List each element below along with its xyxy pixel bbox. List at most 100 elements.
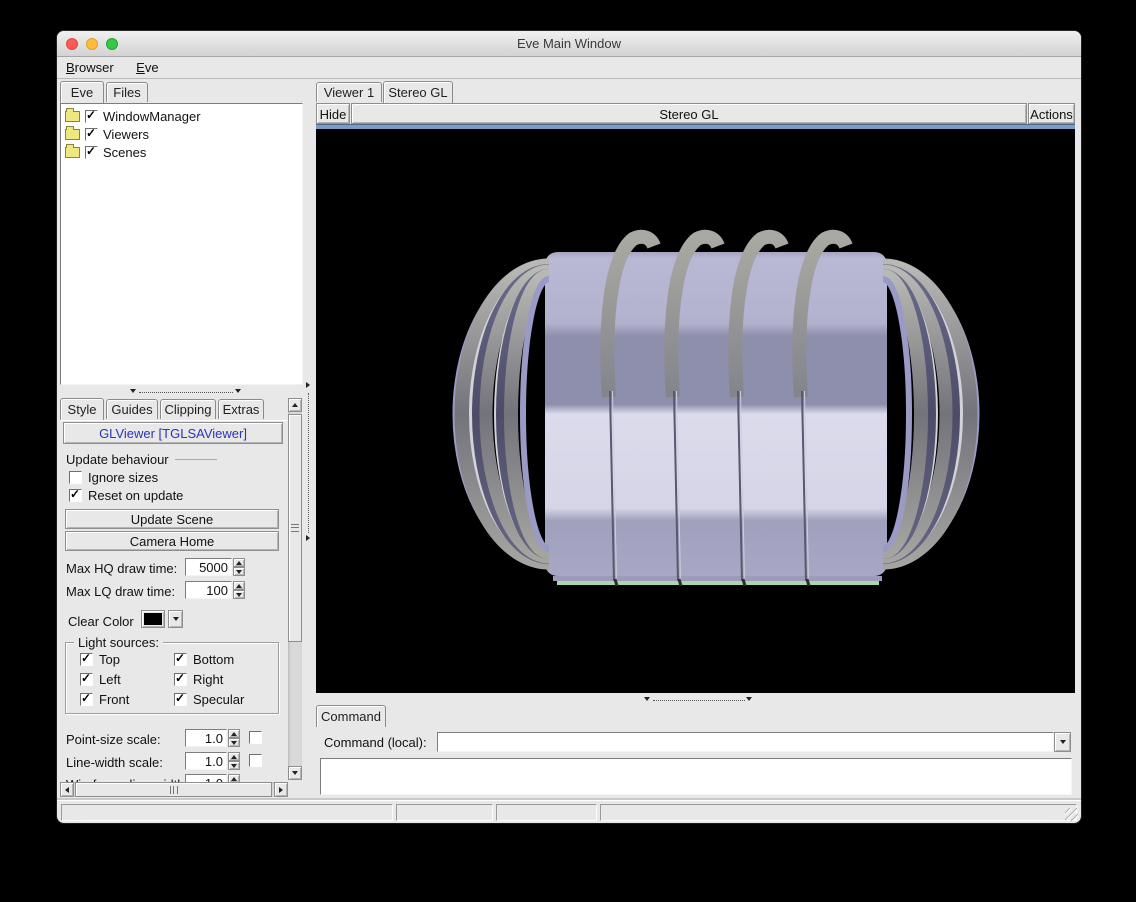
light-top-row: Top	[80, 652, 120, 667]
line-width-checkbox[interactable]	[249, 754, 262, 767]
max-hq-label: Max HQ draw time:	[66, 561, 177, 576]
tree-checkbox[interactable]	[85, 146, 98, 159]
splitter-arrow-icon	[746, 697, 752, 701]
tab-eve[interactable]: Eve	[60, 81, 104, 103]
light-right-row: Right	[174, 672, 223, 687]
scroll-right-icon[interactable]	[274, 782, 288, 797]
camera-home-button[interactable]: Camera Home	[65, 531, 279, 551]
command-local-label: Command (local):	[324, 735, 427, 750]
clear-color-swatch[interactable]	[141, 610, 165, 628]
tree-checkbox[interactable]	[85, 128, 98, 141]
status-cell	[396, 804, 493, 821]
detector-barrel-3d	[316, 129, 1075, 693]
scrollbar-thumb[interactable]	[288, 414, 302, 642]
spin-up-icon[interactable]	[233, 581, 245, 590]
panel-splitter[interactable]	[303, 78, 313, 800]
tab-files[interactable]: Files	[106, 82, 148, 102]
scrollbar-thumb[interactable]	[75, 782, 272, 797]
splitter-arrow-icon	[130, 389, 136, 393]
light-specular-checkbox[interactable]	[174, 693, 187, 706]
splitter-arrow-icon	[306, 382, 310, 388]
spin-down-icon[interactable]	[228, 738, 240, 747]
spin-up-icon[interactable]	[228, 729, 240, 738]
horizontal-splitter[interactable]	[60, 387, 303, 396]
clear-color-dropdown[interactable]	[168, 610, 183, 628]
light-specular-row: Specular	[174, 692, 244, 707]
clear-color-label: Clear Color	[68, 614, 134, 629]
tab-command[interactable]: Command	[316, 705, 386, 727]
reset-on-update-checkbox[interactable]	[69, 489, 82, 502]
point-size-label: Point-size scale:	[66, 732, 161, 747]
splitter-arrow-icon	[306, 535, 310, 541]
tab-extras[interactable]: Extras	[218, 399, 264, 419]
max-hq-spinbox[interactable]: 5000	[185, 558, 245, 576]
splitter-arrow-icon	[644, 697, 650, 701]
resize-grip[interactable]	[1065, 808, 1078, 821]
max-lq-value[interactable]: 100	[185, 581, 232, 599]
actions-button[interactable]: Actions	[1028, 103, 1075, 124]
scroll-up-icon[interactable]	[288, 398, 302, 412]
light-front-checkbox[interactable]	[80, 693, 93, 706]
tab-clipping[interactable]: Clipping	[160, 399, 216, 419]
command-combobox[interactable]	[437, 732, 1071, 752]
hide-button[interactable]: Hide	[316, 103, 350, 124]
tree-item[interactable]: Viewers	[65, 126, 149, 142]
scroll-down-icon[interactable]	[288, 766, 302, 780]
light-left-row: Left	[80, 672, 121, 687]
left-panel: Eve Files WindowManager Viewers	[57, 78, 313, 800]
gl-viewport[interactable]	[316, 129, 1075, 693]
spin-down-icon[interactable]	[233, 567, 245, 576]
viewer-titlebar[interactable]: Stereo GL	[351, 103, 1027, 124]
tab-stereo-gl[interactable]: Stereo GL	[383, 81, 453, 103]
browser-tabstrip: Eve Files	[57, 81, 303, 103]
light-top-checkbox[interactable]	[80, 653, 93, 666]
tab-viewer-1[interactable]: Viewer 1	[316, 82, 382, 102]
style-vertical-scrollbar[interactable]	[288, 398, 302, 780]
viewer-tabstrip: Viewer 1 Stereo GL	[313, 81, 1081, 103]
spin-up-icon[interactable]	[233, 558, 245, 567]
spin-down-icon[interactable]	[233, 590, 245, 599]
command-output[interactable]	[320, 758, 1072, 795]
eve-tree: WindowManager Viewers Scenes	[60, 103, 303, 385]
folder-icon	[65, 111, 80, 122]
style-tabstrip: Style Guides Clipping Extras	[57, 398, 303, 420]
right-panel: Viewer 1 Stereo GL Hide Stereo GL Action…	[313, 78, 1081, 800]
reset-on-update-label: Reset on update	[88, 488, 183, 503]
folder-icon	[65, 129, 80, 140]
ignore-sizes-checkbox[interactable]	[69, 471, 82, 484]
viewport-splitter[interactable]	[316, 695, 1075, 704]
glviewer-button[interactable]: GLViewer [TGLSAViewer]	[63, 422, 283, 444]
line-width-spinbox[interactable]: 1.0	[185, 752, 240, 770]
line-width-label: Line-width scale:	[66, 755, 163, 770]
tree-checkbox[interactable]	[85, 110, 98, 123]
eve-main-window: Eve Main Window Browser Eve Eve Files Wi…	[57, 31, 1081, 823]
menu-eve[interactable]: Eve	[127, 57, 167, 75]
tab-guides[interactable]: Guides	[106, 399, 158, 419]
title-bar[interactable]: Eve Main Window	[57, 31, 1081, 57]
light-right-checkbox[interactable]	[174, 673, 187, 686]
light-bottom-checkbox[interactable]	[174, 653, 187, 666]
line-width-value[interactable]: 1.0	[185, 752, 227, 770]
ignore-sizes-row: Ignore sizes	[69, 470, 158, 485]
light-sources-title: Light sources:	[74, 635, 163, 650]
status-bar	[57, 800, 1081, 823]
scroll-left-icon[interactable]	[60, 782, 74, 797]
point-size-value[interactable]: 1.0	[185, 729, 227, 747]
style-horizontal-scrollbar[interactable]	[60, 782, 288, 797]
tab-style[interactable]: Style	[60, 398, 104, 420]
max-lq-spinbox[interactable]: 100	[185, 581, 245, 599]
spin-down-icon[interactable]	[228, 761, 240, 770]
point-size-checkbox[interactable]	[249, 731, 262, 744]
spin-up-icon[interactable]	[228, 752, 240, 761]
update-scene-button[interactable]: Update Scene	[65, 509, 279, 529]
menu-browser[interactable]: Browser	[57, 57, 123, 75]
light-left-checkbox[interactable]	[80, 673, 93, 686]
status-cell	[600, 804, 1077, 821]
tree-item[interactable]: Scenes	[65, 144, 146, 160]
point-size-spinbox[interactable]: 1.0	[185, 729, 240, 747]
combo-dropdown-icon[interactable]	[1054, 732, 1071, 752]
reset-on-update-row: Reset on update	[69, 488, 183, 503]
max-hq-value[interactable]: 5000	[185, 558, 232, 576]
command-input[interactable]	[437, 732, 1054, 752]
tree-item[interactable]: WindowManager	[65, 108, 201, 124]
